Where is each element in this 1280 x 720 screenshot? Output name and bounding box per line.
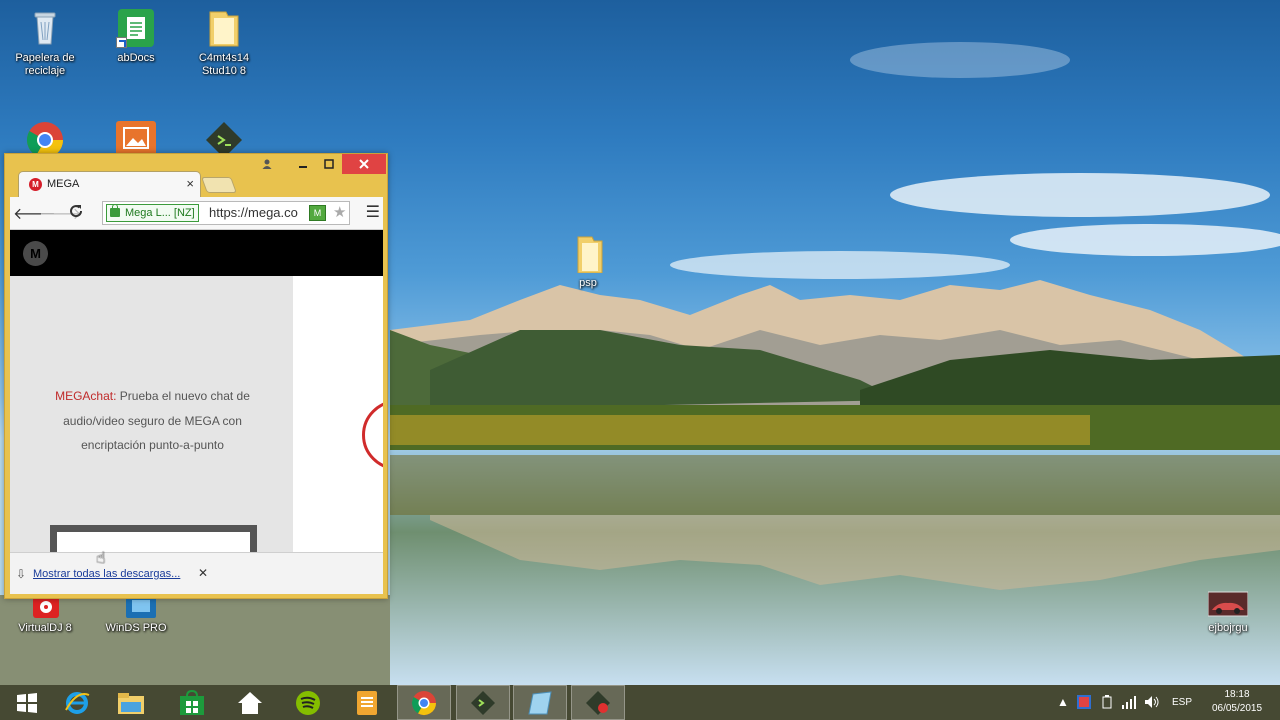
mega-favicon-icon: M (29, 178, 42, 191)
maximize-button[interactable] (316, 154, 342, 174)
close-window-button[interactable] (342, 154, 386, 174)
chrome-window[interactable]: M MEGA × 🡐 🡒 Mega L... [NZ] https://mega… (4, 153, 388, 599)
mouse-cursor-hand-icon: ☝ (96, 550, 106, 567)
spotify-icon (296, 690, 320, 715)
battery-icon[interactable] (1102, 695, 1112, 712)
clock-time: 18:18 (1224, 689, 1250, 700)
taskbar-store[interactable] (165, 685, 219, 720)
internet-explorer-icon (65, 691, 90, 714)
desktop-icon-label: psp (579, 277, 597, 289)
promo-frame (50, 525, 257, 552)
desktop-icon-label: VirtualDJ 8 (18, 622, 72, 634)
car-image-icon (1207, 590, 1249, 618)
recycle-bin-icon (25, 8, 65, 48)
taskbar-notepad[interactable] (513, 685, 567, 720)
desktop-icon-label: Papelera de reciclaje (15, 52, 75, 77)
download-bar-close-icon[interactable]: ✕ (198, 566, 208, 580)
back-button[interactable]: 🡐 (13, 203, 56, 224)
mega-header: M (10, 230, 383, 276)
notes-app-icon (357, 690, 377, 715)
download-arrow-icon: ⇩ (16, 567, 27, 581)
lock-icon (110, 204, 120, 217)
winds-pro-icon (116, 596, 156, 618)
browser-toolbar: 🡐 🡒 Mega L... [NZ] https://mega.co M ★ ☰ (10, 197, 383, 230)
new-tab-button[interactable] (201, 177, 237, 193)
desktop-icon-label: WinDS PRO (105, 622, 167, 634)
desktop-icon-label: abDocs (117, 52, 155, 64)
desktop: Papelera de reciclaje abDocs C4mt4s14 St… (0, 0, 1280, 685)
megachat-message: MEGAchat: Prueba el nuevo chat de audio/… (40, 384, 265, 458)
tab-title: MEGA (47, 178, 80, 190)
reload-button[interactable] (66, 203, 86, 224)
taskbar-file-explorer[interactable] (104, 685, 158, 720)
reload-icon (70, 205, 83, 218)
megachat-line-3: encriptación punto-a-punto (81, 438, 224, 452)
recorder-icon (586, 690, 610, 715)
show-all-downloads-link[interactable]: Mostrar todas las descargas... (33, 568, 180, 580)
taskbar-recorder[interactable] (571, 685, 625, 720)
megachat-promo-panel: MEGAchat: Prueba el nuevo chat de audio/… (10, 276, 293, 552)
forward-button[interactable]: 🡒 (39, 203, 82, 224)
tab-mega[interactable]: M MEGA × (18, 171, 201, 197)
minimize-button[interactable] (290, 154, 316, 174)
document-icon (116, 8, 156, 48)
virtualdj-icon (25, 596, 65, 618)
notepad-icon (528, 690, 552, 714)
folder-icon (568, 233, 608, 274)
desktop-icon-abdocs[interactable]: abDocs (96, 8, 176, 65)
home-icon (238, 691, 262, 714)
taskbar-terminal[interactable] (456, 685, 510, 720)
clock[interactable]: 18:18 06/05/2015 (1197, 688, 1277, 716)
volume-icon[interactable] (1144, 695, 1160, 712)
megachat-highlight: MEGAchat: (55, 389, 117, 403)
taskbar-home[interactable] (223, 685, 277, 720)
network-signal-icon[interactable] (1122, 695, 1136, 712)
folder-icon (204, 8, 244, 48)
desktop-icon-label: ejbojrgu (1208, 622, 1248, 634)
desktop-icon-winds-pro[interactable]: WinDS PRO (96, 596, 176, 635)
address-bar[interactable]: Mega L... [NZ] https://mega.co M ★ (102, 201, 350, 225)
taskbar: ▲ ESP 18:18 06/05/2015 (0, 685, 1280, 720)
start-windows-icon (17, 692, 37, 713)
input-language[interactable]: ESP (1172, 697, 1192, 708)
red-ring-graphic (362, 400, 383, 470)
megachat-line-1: Prueba el nuevo chat de (119, 389, 250, 403)
profile-icon[interactable] (254, 154, 280, 174)
taskbar-chrome[interactable] (397, 685, 451, 720)
taskbar-notes-app[interactable] (340, 685, 394, 720)
megachat-line-2: audio/video seguro de MEGA con (63, 413, 242, 428)
desktop-icon-virtualdj[interactable]: VirtualDJ 8 (5, 596, 85, 635)
taskbar-internet-explorer[interactable] (50, 685, 104, 720)
page-content: M MEGAchat: Prueba el nuevo chat de audi… (10, 230, 383, 552)
desktop-icon-ejbojrgu[interactable]: ejbojrgu (1188, 590, 1268, 635)
desktop-icon-label: C4mt4s14 Stud10 8 (198, 52, 250, 77)
chrome-icon (411, 690, 436, 715)
clock-date: 06/05/2015 (1211, 703, 1263, 714)
taskbar-spotify[interactable] (281, 685, 335, 720)
window-caption-buttons (254, 154, 386, 174)
download-bar: ⇩ Mostrar todas las descargas... ✕ (10, 552, 383, 594)
tab-close-icon[interactable]: × (186, 176, 194, 191)
bookmark-star-icon[interactable]: ★ (333, 203, 346, 221)
start-button[interactable] (0, 685, 54, 720)
mega-logo[interactable]: M (23, 241, 48, 266)
desktop-icon-c4mt4s14-folder[interactable]: C4mt4s14 Stud10 8 (184, 8, 264, 78)
desktop-icon-psp-folder[interactable]: psp (548, 233, 628, 290)
menu-hamburger-icon[interactable]: ☰ (366, 202, 380, 222)
desktop-icon-recycle-bin[interactable]: Papelera de reciclaje (5, 8, 85, 78)
url-text: https://mega.co (209, 205, 298, 220)
ev-certificate-badge[interactable]: Mega L... [NZ] (106, 204, 199, 222)
tray-overflow-chevron-icon[interactable]: ▲ (1057, 695, 1069, 709)
terminal-icon (471, 690, 495, 715)
store-icon (180, 689, 204, 715)
tray-app-icon[interactable] (1077, 695, 1091, 712)
file-explorer-icon (118, 692, 144, 714)
ev-label: Mega L... [NZ] (125, 207, 195, 219)
mega-extension-icon[interactable]: M (309, 205, 326, 221)
